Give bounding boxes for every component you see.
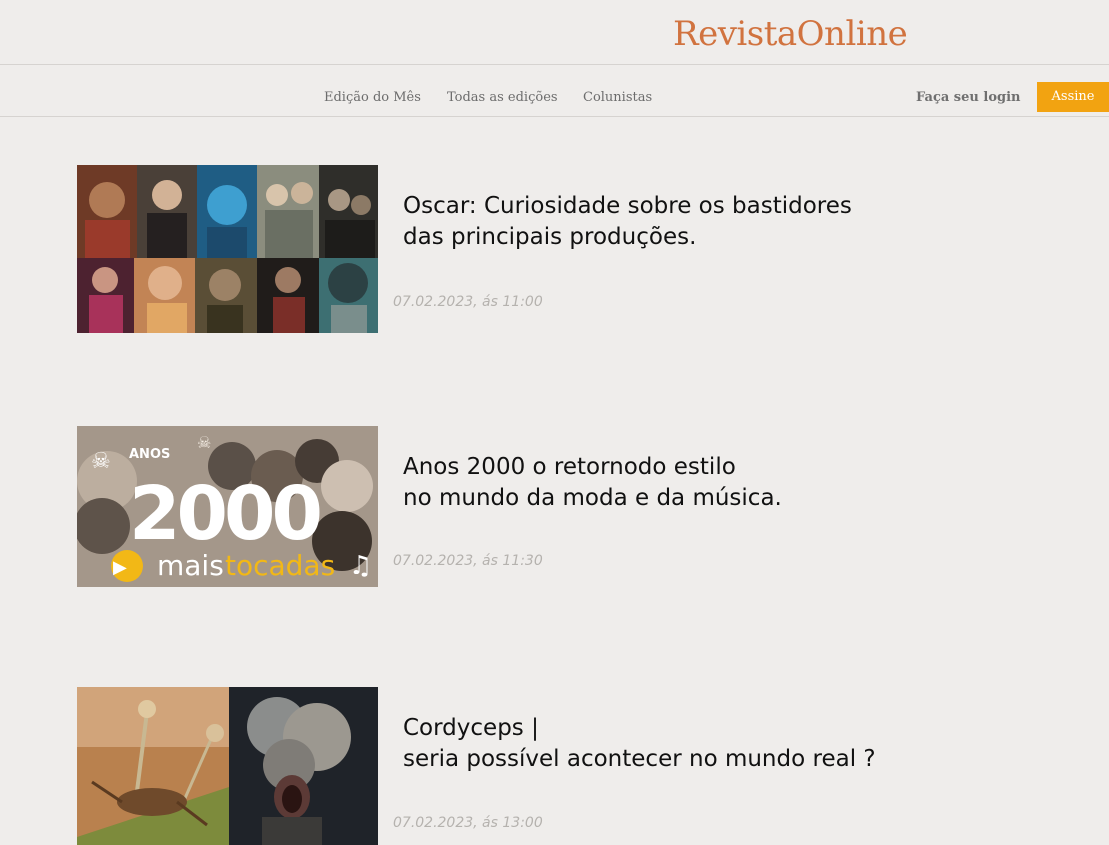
svg-text:▶: ▶ xyxy=(113,557,127,578)
article-thumbnail-anos-2000[interactable]: ☠ ☠ ANOS 2000 ▶ mais tocadas ♫ xyxy=(77,426,378,587)
article-card: Oscar: Curiosidade sobre os bastidores d… xyxy=(77,165,957,333)
nav-item-todas-as-edicoes[interactable]: Todas as edições xyxy=(447,90,558,105)
svg-text:☠: ☠ xyxy=(91,449,111,474)
article-thumbnail-oscar[interactable] xyxy=(77,165,378,333)
nav-item-edicao-do-mes[interactable]: Edição do Mês xyxy=(324,90,421,105)
article-date: 07.02.2023, ás 13:00 xyxy=(393,815,543,831)
site-logo[interactable]: RevistaOnline xyxy=(673,14,908,54)
article-thumbnail-cordyceps[interactable] xyxy=(77,687,378,845)
nav-item-colunistas[interactable]: Colunistas xyxy=(583,90,652,105)
site-header: RevistaOnline xyxy=(0,0,1109,65)
login-link[interactable]: Faça seu login xyxy=(916,90,1020,105)
svg-text:mais: mais xyxy=(157,549,224,582)
article-card: Cordyceps | seria possível acontecer no … xyxy=(77,687,957,845)
main-nav: Edição do Mês Todas as edições Colunista… xyxy=(0,65,1109,117)
cordyceps-image xyxy=(77,687,378,845)
article-date: 07.02.2023, ás 11:30 xyxy=(393,553,543,569)
subscribe-button[interactable]: Assine xyxy=(1037,82,1109,112)
svg-text:2000: 2000 xyxy=(129,471,319,557)
svg-text:ANOS: ANOS xyxy=(129,447,170,462)
svg-text:♫: ♫ xyxy=(349,551,372,581)
svg-text:tocadas: tocadas xyxy=(225,549,335,582)
article-title[interactable]: Cordyceps | seria possível acontecer no … xyxy=(403,713,876,775)
anos-2000-image: ☠ ☠ ANOS 2000 ▶ mais tocadas ♫ xyxy=(77,426,378,587)
oscar-collage-image xyxy=(77,165,378,333)
article-card: ☠ ☠ ANOS 2000 ▶ mais tocadas ♫ Anos 2000… xyxy=(77,426,957,587)
article-title[interactable]: Oscar: Curiosidade sobre os bastidores d… xyxy=(403,191,852,253)
article-title[interactable]: Anos 2000 o retornodo estilo no mundo da… xyxy=(403,452,782,514)
article-date: 07.02.2023, ás 11:00 xyxy=(393,294,543,310)
svg-text:☠: ☠ xyxy=(197,433,211,452)
